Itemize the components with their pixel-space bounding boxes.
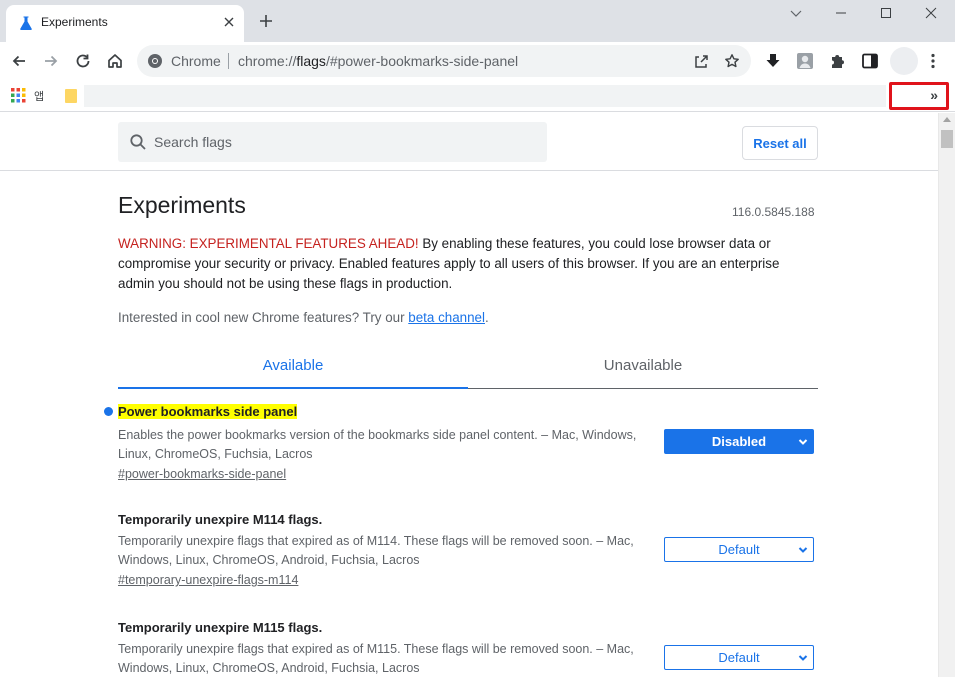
forward-arrow-icon [45, 55, 58, 67]
share-icon[interactable] [693, 53, 709, 69]
tab-unavailable[interactable]: Unavailable [468, 357, 818, 374]
flag-anchor-link[interactable]: #temporary-unexpire-flags-m114 [118, 573, 818, 587]
bookmarks-blank-area [84, 85, 886, 107]
address-bar[interactable]: Chrome chrome://flags/#power-bookmarks-s… [137, 45, 751, 77]
reload-icon [76, 54, 90, 68]
profile-extension-icon[interactable] [796, 52, 814, 70]
bookmark-star-icon[interactable] [724, 53, 740, 69]
home-button[interactable] [104, 50, 126, 72]
minimize-icon[interactable] [831, 5, 851, 21]
reset-all-button[interactable]: Reset all [742, 126, 818, 160]
side-panel-icon[interactable] [861, 52, 879, 70]
beta-prompt-text: Interested in cool new Chrome features? … [118, 310, 409, 325]
version-label: 116.0.5845.188 [732, 205, 815, 219]
apps-grid-icon[interactable] [11, 88, 26, 103]
beta-channel-link[interactable]: beta channel [408, 310, 485, 325]
extensions-puzzle-icon[interactable] [829, 52, 847, 70]
chevron-down-icon [798, 547, 808, 553]
active-tab-indicator [118, 387, 468, 389]
modified-indicator-dot [104, 407, 113, 416]
page-title: Experiments [118, 192, 246, 218]
flag-state-select[interactable]: Default [664, 537, 814, 562]
chevron-down-icon [798, 655, 808, 661]
select-value: Default [718, 650, 760, 665]
search-icon [130, 134, 146, 150]
flag-description: Enables the power bookmarks version of t… [118, 428, 637, 461]
select-value: Default [718, 542, 760, 557]
more-bookmarks-button[interactable]: » [889, 82, 949, 110]
tab-experiments[interactable]: Experiments [6, 5, 244, 42]
warning-label: WARNING: EXPERIMENTAL FEATURES AHEAD! [118, 236, 419, 251]
tab-title: Experiments [41, 15, 108, 29]
scroll-up-arrow-icon[interactable] [943, 117, 951, 122]
flag-description: Temporarily unexpire flags that expired … [118, 642, 634, 675]
download-extension-icon[interactable] [765, 53, 781, 69]
url-text[interactable]: chrome://flags/#power-bookmarks-side-pan… [238, 53, 518, 69]
flag-title: Power bookmarks side panel [118, 404, 298, 419]
reload-button[interactable] [72, 50, 94, 72]
flag-title: Temporarily unexpire M114 flags. [118, 512, 323, 527]
toolbar: Chrome chrome://flags/#power-bookmarks-s… [0, 42, 955, 80]
new-tab-icon[interactable] [256, 11, 276, 31]
tab-available[interactable]: Available [118, 357, 468, 374]
tab-strip: Experiments [0, 0, 955, 42]
window-close-icon[interactable] [921, 5, 941, 21]
forward-button[interactable] [40, 50, 62, 72]
maximize-icon[interactable] [876, 5, 896, 21]
tab-search-chevron-icon[interactable] [786, 5, 806, 21]
flag-item: Power bookmarks side panel Enables the p… [104, 403, 818, 481]
apps-label[interactable]: 앱 [34, 88, 44, 104]
page-scheme-label: Chrome [171, 53, 221, 69]
omnibox-divider [228, 53, 229, 69]
flag-item: Temporarily unexpire M115 flags. Tempora… [118, 620, 818, 677]
flag-item: Temporarily unexpire M114 flags. Tempora… [118, 512, 818, 587]
scroll-thumb[interactable] [941, 130, 953, 148]
close-tab-icon[interactable] [220, 13, 238, 31]
home-icon [108, 54, 122, 68]
beta-prompt: Interested in cool new Chrome features? … [118, 310, 489, 325]
profile-avatar[interactable] [890, 47, 918, 75]
page-scrollbar[interactable] [938, 113, 955, 677]
flag-description: Temporarily unexpire flags that expired … [118, 534, 634, 567]
beta-prompt-end: . [484, 310, 489, 325]
url-rest: /#power-bookmarks-side-panel [325, 53, 519, 69]
flags-page: Reset all Experiments 116.0.5845.188 WAR… [0, 113, 938, 677]
search-box[interactable] [118, 122, 547, 162]
url-prefix: chrome:// [238, 53, 297, 69]
flask-icon [20, 16, 32, 30]
menu-kebab-icon[interactable] [924, 52, 942, 70]
flag-state-select[interactable]: Default [664, 645, 814, 670]
flag-anchor-link[interactable]: #power-bookmarks-side-panel [118, 467, 818, 481]
flags-tabs: Available Unavailable [118, 351, 818, 389]
flags-header: Reset all [0, 113, 938, 171]
flag-title: Temporarily unexpire M115 flags. [118, 620, 323, 635]
back-arrow-icon [12, 55, 25, 67]
url-host: flags [296, 53, 326, 69]
chrome-logo-icon [148, 54, 162, 68]
back-button[interactable] [8, 50, 30, 72]
browser-window: Experiments Chrome chrome://flags/#power… [0, 0, 955, 677]
bookmarks-bar: 앱 » [0, 80, 955, 112]
bookmark-folder-icon[interactable] [64, 88, 78, 104]
flag-state-select[interactable]: Disabled [664, 429, 814, 454]
search-input[interactable] [154, 122, 534, 162]
select-value: Disabled [711, 434, 767, 449]
warning-text: WARNING: EXPERIMENTAL FEATURES AHEAD! By… [118, 234, 818, 294]
chevron-down-icon [798, 439, 808, 445]
